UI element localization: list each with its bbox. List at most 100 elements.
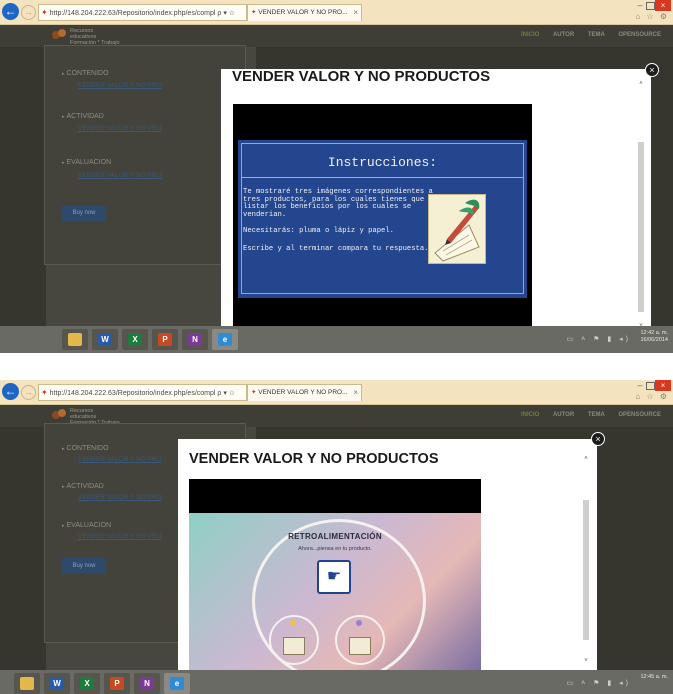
maximize-button[interactable] bbox=[646, 2, 655, 10]
section-link-contenido[interactable]: VENDER VALOR Y NO PRO bbox=[78, 82, 162, 89]
nav-item-inicio[interactable]: INICIO bbox=[521, 412, 539, 418]
powerpoint-icon: P bbox=[158, 333, 172, 346]
section-link-actividad[interactable]: VENDER VALOR Y NO PRO bbox=[78, 125, 162, 132]
minimize-button[interactable]: – bbox=[635, 0, 645, 10]
window-controls: – × bbox=[635, 380, 671, 392]
pointing-hand-icon: ☛ bbox=[317, 560, 351, 594]
product-circle-2 bbox=[335, 615, 385, 665]
modal-scrollbar[interactable]: ˄ ˅ bbox=[582, 455, 590, 665]
taskbar-app-onenote[interactable]: N bbox=[182, 329, 208, 350]
window-close-button[interactable]: × bbox=[655, 0, 671, 11]
taskbar-app-internet-explorer[interactable]: e bbox=[212, 329, 238, 350]
section-link-evaluacion[interactable]: VENDER VALOR Y NO PRO bbox=[78, 533, 162, 540]
buy-now-button[interactable]: Buy now bbox=[62, 205, 106, 221]
purple-dot-icon bbox=[356, 620, 362, 626]
address-bar[interactable]: ✦ http://148.204.222.63/Repositorio/inde… bbox=[38, 4, 247, 21]
taskbar-clock[interactable]: 12:42 a. m. 16/06/2014 bbox=[640, 330, 668, 344]
nav-item-autor[interactable]: AUTOR bbox=[553, 412, 574, 418]
windows-taskbar: W X P N e ▭ ˄ ⚑ ▮ ◂) 12:45 a. m. bbox=[0, 670, 673, 694]
taskbar-app-powerpoint[interactable]: P bbox=[104, 673, 130, 694]
modal-title: VENDER VALOR Y NO PRODUCTOS bbox=[189, 451, 439, 467]
scroll-thumb[interactable] bbox=[638, 142, 644, 312]
section-evaluacion: ▸ EVALUACION bbox=[62, 522, 112, 529]
nav-item-tema[interactable]: TEMA bbox=[588, 32, 605, 38]
browser-tab[interactable]: ✦ VENDER VALOR Y NO PRO... × bbox=[247, 384, 362, 401]
section-title: EVALUACION bbox=[66, 159, 112, 166]
windows-taskbar: W X P N e ▭ ˄ ⚑ ▮ ◂) 12:42 a. m. 16/06/2… bbox=[0, 326, 673, 353]
back-button[interactable]: ← bbox=[2, 383, 19, 400]
address-icons[interactable]: ρ ▾ ☆ bbox=[217, 10, 235, 17]
nav-item-opensource[interactable]: OPENSOURCE bbox=[618, 412, 661, 418]
taskbar-app-word[interactable]: W bbox=[44, 673, 70, 694]
back-button[interactable]: ← bbox=[2, 3, 19, 20]
excel-icon: X bbox=[128, 333, 142, 346]
tab-close-icon[interactable]: × bbox=[353, 5, 358, 21]
tab-favicon: ✦ bbox=[251, 389, 257, 396]
content-card bbox=[44, 45, 246, 265]
section-title: CONTENIDO bbox=[66, 445, 109, 452]
internet-explorer-icon: e bbox=[170, 677, 184, 690]
taskbar-app-word[interactable]: W bbox=[92, 329, 118, 350]
modal-close-icon[interactable]: × bbox=[645, 63, 659, 77]
section-evaluacion: ▸ EVALUACION bbox=[62, 159, 112, 166]
presentation-viewer[interactable]: Instrucciones: Te mostraré tres imágenes… bbox=[233, 104, 532, 334]
scroll-up-icon[interactable]: ˄ bbox=[582, 455, 590, 463]
modal-scrollbar[interactable]: ˄ ˅ bbox=[637, 80, 645, 330]
buy-now-button[interactable]: Buy now bbox=[62, 558, 106, 574]
site-favicon: ✦ bbox=[41, 388, 48, 397]
nav-item-tema[interactable]: TEMA bbox=[588, 412, 605, 418]
nav-item-inicio[interactable]: INICIO bbox=[521, 32, 539, 38]
forward-button[interactable]: → bbox=[21, 5, 36, 20]
scroll-up-icon[interactable]: ˄ bbox=[637, 80, 645, 88]
site-logo-icon bbox=[52, 29, 66, 41]
taskbar-app-explorer[interactable] bbox=[62, 329, 88, 350]
taskbar-clock[interactable]: 12:45 a. m. bbox=[640, 674, 668, 681]
forward-button[interactable]: → bbox=[21, 385, 36, 400]
modal-close-icon[interactable]: × bbox=[591, 432, 605, 446]
scroll-down-icon[interactable]: ˅ bbox=[582, 657, 590, 665]
browser-tab[interactable]: ✦ VENDER VALOR Y NO PRO... × bbox=[247, 4, 362, 21]
section-contenido: ▸ CONTENIDO bbox=[62, 445, 109, 452]
address-bar[interactable]: ✦ http://148.204.222.63/Repositorio/inde… bbox=[38, 384, 247, 401]
presentation-viewer[interactable]: RETROALIMENTACIÓN Ahora...piensa en tu p… bbox=[189, 479, 481, 670]
taskbar-app-onenote[interactable]: N bbox=[134, 673, 160, 694]
browser-titlebar: ← → ✦ http://148.204.222.63/Repositorio/… bbox=[0, 380, 673, 405]
taskbar-app-explorer[interactable] bbox=[14, 673, 40, 694]
product-thumbnail-icon bbox=[283, 637, 305, 655]
product-thumbnail-icon bbox=[349, 637, 371, 655]
folder-icon bbox=[20, 677, 34, 690]
system-tray-icons[interactable]: ▭ ˄ ⚑ ▮ ◂) bbox=[567, 679, 631, 687]
nav-item-opensource[interactable]: OPENSOURCE bbox=[618, 32, 661, 38]
clock-time: 12:42 a. m. bbox=[640, 330, 668, 336]
nav-item-autor[interactable]: AUTOR bbox=[553, 32, 574, 38]
address-icons[interactable]: ρ ▾ ☆ bbox=[217, 390, 235, 397]
powerpoint-icon: P bbox=[110, 677, 124, 690]
section-link-contenido[interactable]: VENDER VALOR Y NO PRO bbox=[78, 456, 162, 463]
window-close-button[interactable]: × bbox=[655, 380, 671, 391]
clock-date: 16/06/2014 bbox=[640, 337, 668, 343]
tab-favicon: ✦ bbox=[251, 9, 257, 16]
section-link-evaluacion[interactable]: VENDER VALOR Y NO PRO bbox=[78, 172, 162, 179]
browser-tools-icons[interactable]: ⌂ ☆ ⚙ bbox=[635, 12, 669, 21]
yellow-dot-icon bbox=[290, 620, 296, 626]
word-icon: W bbox=[98, 333, 112, 346]
taskbar-app-internet-explorer[interactable]: e bbox=[164, 673, 190, 694]
section-title: ACTIVIDAD bbox=[66, 113, 104, 120]
internet-explorer-icon: e bbox=[218, 333, 232, 346]
section-link-actividad[interactable]: VENDER VALOR Y NO PRO bbox=[78, 494, 162, 501]
slide-paragraph-1: Te mostraré tres imágenes correspondient… bbox=[243, 188, 438, 219]
minimize-button[interactable]: – bbox=[635, 380, 645, 390]
taskbar-app-excel[interactable]: X bbox=[74, 673, 100, 694]
product-circle-1 bbox=[269, 615, 319, 665]
folder-icon bbox=[68, 333, 82, 346]
system-tray-icons[interactable]: ▭ ˄ ⚑ ▮ ◂) bbox=[567, 335, 631, 343]
onenote-icon: N bbox=[188, 333, 202, 346]
scroll-thumb[interactable] bbox=[583, 500, 589, 640]
section-actividad: ▸ ACTIVIDAD bbox=[62, 483, 104, 490]
browser-tools-icons[interactable]: ⌂ ☆ ⚙ bbox=[635, 392, 669, 401]
top-nav: INICIO AUTOR TEMA OPENSOURCE bbox=[509, 412, 661, 418]
taskbar-app-excel[interactable]: X bbox=[122, 329, 148, 350]
tab-close-icon[interactable]: × bbox=[353, 385, 358, 401]
maximize-button[interactable] bbox=[646, 382, 655, 390]
taskbar-app-powerpoint[interactable]: P bbox=[152, 329, 178, 350]
